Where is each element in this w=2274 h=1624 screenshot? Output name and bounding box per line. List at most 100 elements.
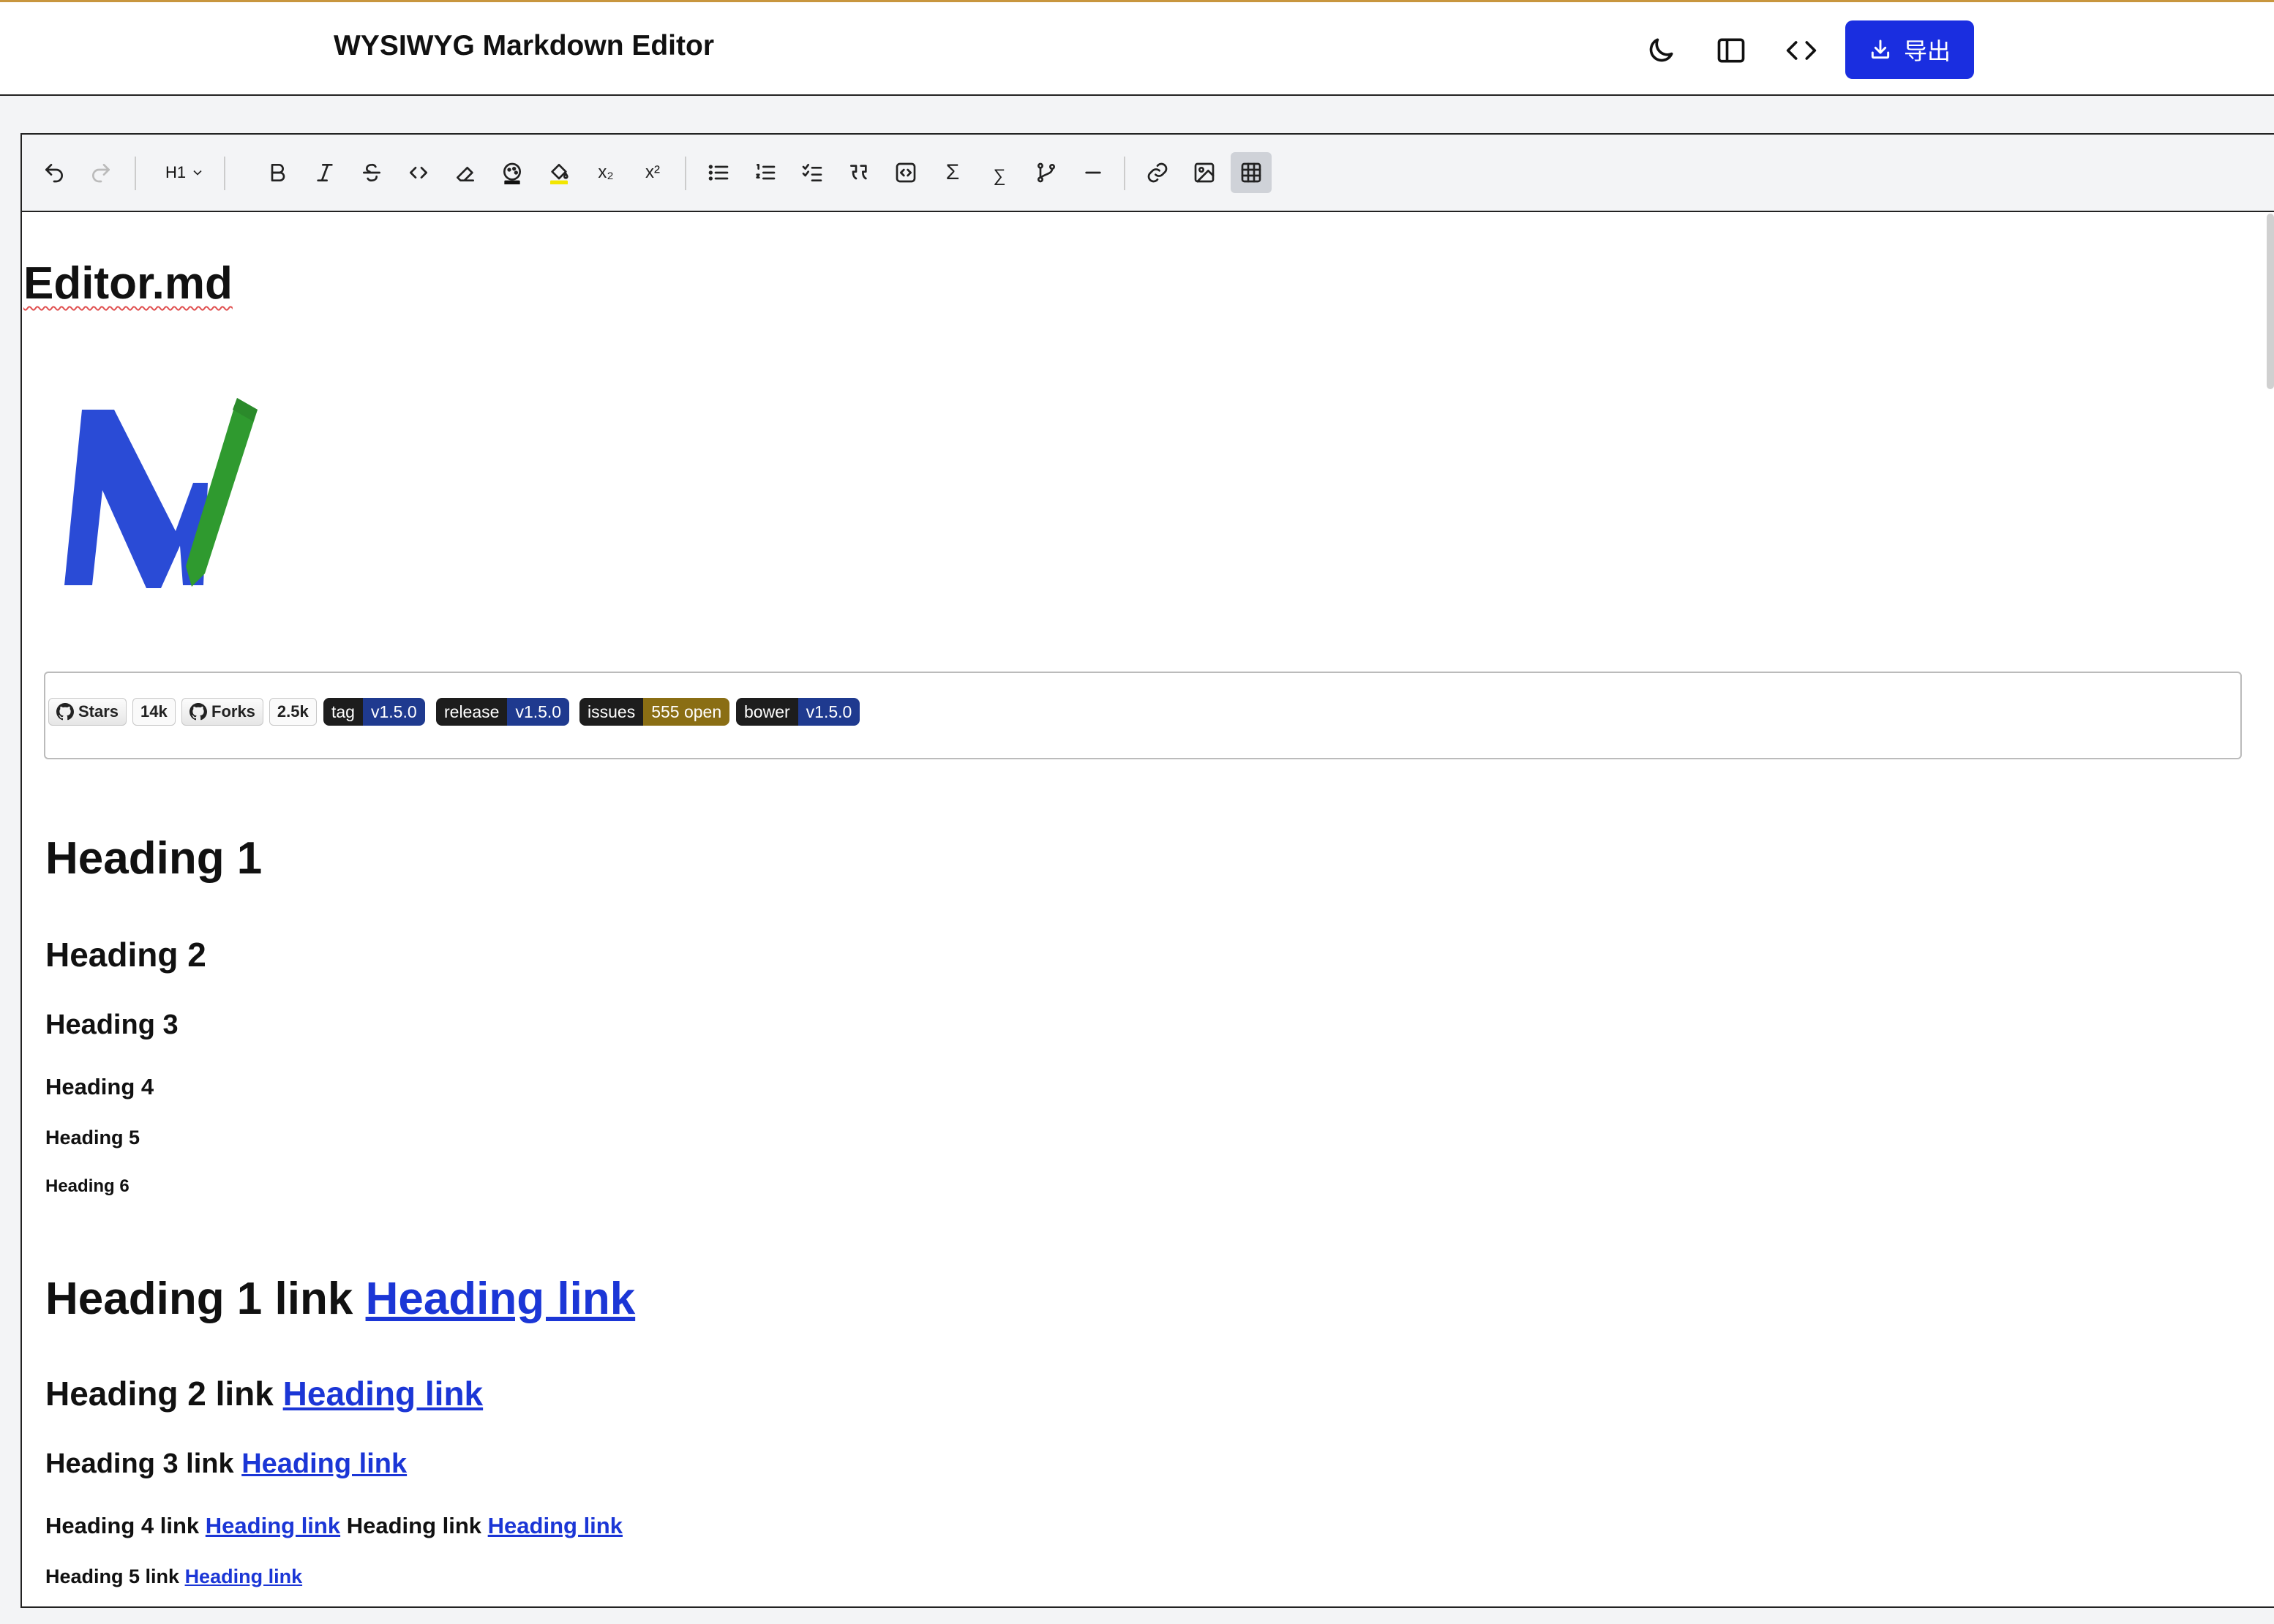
inline-code-button[interactable]	[398, 152, 439, 193]
superscript-button[interactable]: x²	[632, 152, 673, 193]
inline-math-button[interactable]: ∑	[979, 152, 1020, 193]
chevron-down-icon	[193, 170, 202, 176]
download-icon	[1871, 40, 1890, 59]
link-icon	[1147, 162, 1168, 183]
heading-4-link-text: Heading 4 link	[45, 1513, 200, 1538]
tag-badge-label: tag	[323, 698, 363, 726]
palette-icon	[503, 162, 521, 184]
bold-icon	[271, 164, 285, 181]
forks-count[interactable]: 2.5k	[269, 698, 317, 726]
stars-button[interactable]: Stars	[48, 698, 127, 726]
moon-icon	[1649, 38, 1673, 62]
task-list-icon	[802, 164, 822, 181]
source-view-button[interactable]	[1779, 29, 1823, 72]
stars-count[interactable]: 14k	[132, 698, 176, 726]
highlight-button[interactable]	[539, 152, 579, 193]
app-header: WYSIWYG Markdown Editor 导出	[0, 2, 2274, 96]
redo-button[interactable]	[80, 152, 121, 193]
heading-3-link-text: Heading 3 link	[45, 1448, 234, 1479]
strikethrough-icon	[363, 163, 380, 182]
ordered-list-icon	[756, 164, 776, 180]
toolbar-divider	[685, 157, 686, 190]
heading-2-link[interactable]: Heading link	[283, 1375, 483, 1413]
release-badge-value: v1.5.0	[507, 698, 570, 726]
text-color-button[interactable]	[492, 152, 533, 193]
heading-4-link-b[interactable]: Heading link	[488, 1513, 623, 1538]
toolbar-divider	[224, 157, 225, 190]
heading-2-with-link: Heading 2 link Heading link	[45, 1374, 483, 1413]
bullet-list-button[interactable]	[698, 152, 739, 193]
code-icon	[1786, 41, 1817, 60]
italic-icon	[317, 164, 333, 181]
app-title: WYSIWYG Markdown Editor	[334, 30, 715, 61]
toolbar-divider	[135, 157, 136, 190]
clear-format-button[interactable]	[445, 152, 486, 193]
sidebar-toggle-button[interactable]	[1709, 29, 1753, 72]
heading-3-link[interactable]: Heading link	[241, 1448, 407, 1479]
heading-level-value: H1	[165, 163, 187, 181]
formatting-toolbar: H1 x₂ x² Σ ∑	[22, 135, 2274, 212]
heading-6: Heading 6	[45, 1176, 130, 1196]
code-block-icon	[896, 162, 916, 183]
undo-button[interactable]	[34, 152, 75, 193]
eraser-icon	[457, 167, 474, 181]
italic-button[interactable]	[304, 152, 345, 193]
inline-sigma-icon: ∑	[993, 166, 1006, 186]
paint-bucket-icon	[550, 164, 568, 184]
heading-5-link[interactable]: Heading link	[185, 1565, 303, 1587]
link-button[interactable]	[1137, 152, 1178, 193]
bower-badge[interactable]: bower v1.5.0	[736, 698, 860, 726]
document-title: Editor.md	[23, 258, 233, 309]
task-list-button[interactable]	[792, 152, 833, 193]
heading-1: Heading 1	[45, 833, 263, 884]
tag-badge-value: v1.5.0	[362, 698, 425, 726]
code-block-button[interactable]	[885, 152, 926, 193]
subscript-button[interactable]: x₂	[585, 152, 626, 193]
issues-badge[interactable]: issues 555 open	[579, 698, 730, 726]
forks-label: Forks	[211, 702, 255, 721]
heading-2-link-text: Heading 2 link	[45, 1375, 274, 1413]
tag-badge[interactable]: tag v1.5.0	[323, 698, 425, 726]
heading-1-link[interactable]: Heading link	[366, 1274, 636, 1324]
forks-button[interactable]: Forks	[181, 698, 263, 726]
release-badge[interactable]: release v1.5.0	[436, 698, 570, 726]
release-badge-label: release	[436, 698, 508, 726]
image-button[interactable]	[1184, 152, 1225, 193]
badges-container: Stars 14k Forks 2.5k tag v1.5.0 release …	[44, 672, 2242, 759]
export-button[interactable]: 导出	[1845, 20, 1974, 79]
diagram-button[interactable]	[1026, 152, 1067, 193]
editor-scrollbar[interactable]	[2267, 214, 2274, 389]
heading-3: Heading 3	[45, 1010, 179, 1040]
table-button[interactable]	[1231, 152, 1272, 193]
theme-toggle-button[interactable]	[1639, 29, 1683, 72]
stars-label: Stars	[78, 702, 119, 721]
bold-button[interactable]	[258, 152, 299, 193]
github-forks-badge[interactable]: Forks 2.5k	[181, 698, 317, 726]
heading-4-link-a[interactable]: Heading link	[206, 1513, 340, 1538]
issues-badge-label: issues	[579, 698, 644, 726]
bullet-list-icon	[708, 165, 729, 181]
bower-badge-label: bower	[736, 698, 798, 726]
sigma-icon: Σ	[945, 160, 960, 184]
heading-2: Heading 2	[45, 936, 206, 974]
horizontal-rule-button[interactable]	[1073, 152, 1114, 193]
strikethrough-button[interactable]	[351, 152, 392, 193]
ordered-list-button[interactable]	[745, 152, 786, 193]
heading-5: Heading 5	[45, 1127, 140, 1149]
heading-4-with-link: Heading 4 link Heading link Heading link…	[45, 1513, 623, 1539]
sidebar-icon	[1717, 38, 1745, 63]
heading-1-with-link: Heading 1 link Heading link	[45, 1273, 635, 1325]
issues-badge-value: 555 open	[643, 698, 730, 726]
heading-3-with-link: Heading 3 link Heading link	[45, 1448, 407, 1480]
github-stars-badge[interactable]: Stars 14k	[48, 698, 176, 726]
undo-icon	[45, 164, 63, 183]
heading-level-select[interactable]: H1	[152, 152, 218, 193]
quote-icon	[850, 165, 867, 180]
blockquote-button[interactable]	[838, 152, 879, 193]
math-block-button[interactable]: Σ	[932, 152, 973, 193]
github-icon	[190, 703, 207, 721]
editor-md-logo	[64, 398, 258, 588]
toolbar-divider	[1124, 157, 1125, 190]
minus-icon	[1085, 171, 1101, 174]
heading-4-middle-text: Heading link	[346, 1513, 482, 1538]
